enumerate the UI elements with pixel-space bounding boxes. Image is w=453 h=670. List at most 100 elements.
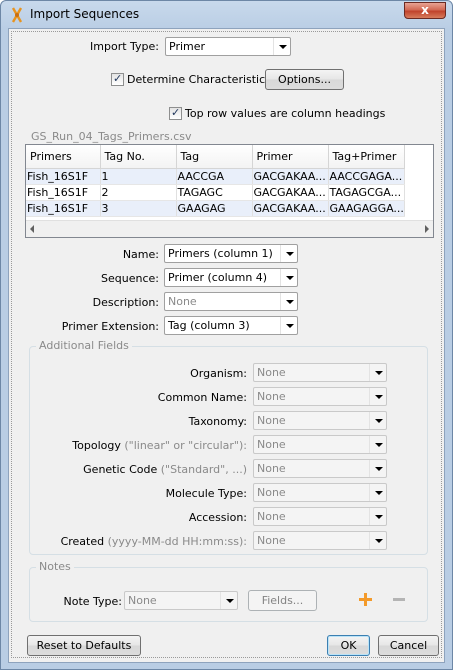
top-row-headings-checkbox[interactable] bbox=[169, 106, 182, 120]
table-cell[interactable]: TAGAGCGA... bbox=[328, 184, 405, 201]
determine-characteristics-checkbox[interactable] bbox=[111, 72, 124, 86]
column-header[interactable]: Primer bbox=[252, 145, 329, 169]
cancel-button[interactable]: Cancel bbox=[378, 635, 439, 656]
created-hint: (yyyy-MM-dd HH:mm:ss): bbox=[107, 535, 247, 548]
accession-value: None bbox=[257, 510, 286, 523]
import-type-label: Import Type: bbox=[90, 40, 159, 53]
column-header[interactable]: Tag No. bbox=[100, 145, 177, 169]
close-button[interactable]: x bbox=[404, 2, 446, 19]
chevron-down-icon[interactable] bbox=[280, 269, 297, 286]
organism-value: None bbox=[257, 366, 286, 379]
chevron-down-icon[interactable] bbox=[369, 484, 386, 501]
chevron-down-icon[interactable] bbox=[369, 364, 386, 381]
table-cell[interactable]: AACCGAGA... bbox=[328, 168, 405, 185]
common-name-value: None bbox=[257, 390, 286, 403]
organism-label: Organism: bbox=[190, 367, 247, 380]
topology-select[interactable]: None bbox=[253, 435, 387, 454]
table-row[interactable]: Fish_16S1F 3 GAAGAG GACGAKAA... GAAGAGGA… bbox=[26, 200, 405, 217]
table-cell[interactable]: TAGAGC bbox=[176, 184, 253, 201]
table-cell[interactable]: Fish_16S1F bbox=[26, 168, 101, 185]
column-header[interactable]: Tag bbox=[176, 145, 253, 169]
taxonomy-select[interactable]: None bbox=[253, 411, 387, 430]
column-header[interactable]: Primers bbox=[26, 145, 101, 169]
import-sequences-window: Import Sequences x Import Type: Primer D… bbox=[0, 0, 453, 670]
primer-extension-value: Tag (column 3) bbox=[168, 319, 250, 332]
table-cell[interactable]: AACCGA bbox=[176, 168, 253, 185]
table-row[interactable]: Fish_16S1F 2 TAGAGC GACGAKAA... TAGAGCGA… bbox=[26, 184, 405, 201]
taxonomy-value: None bbox=[257, 414, 286, 427]
table-cell[interactable]: GACGAKAA... bbox=[252, 184, 329, 201]
chevron-down-icon[interactable] bbox=[280, 245, 297, 262]
description-select[interactable]: None bbox=[164, 292, 298, 311]
created-select[interactable]: None bbox=[253, 531, 387, 550]
sequence-label: Sequence: bbox=[101, 272, 159, 285]
molecule-type-label: Molecule Type: bbox=[165, 487, 247, 500]
preview-table[interactable]: Primers Tag No. Tag Primer Tag+Primer Fi… bbox=[25, 144, 434, 238]
table-cell[interactable]: GACGAKAA... bbox=[252, 200, 329, 217]
topology-label: Topology ("linear" or "circular"): bbox=[34, 439, 247, 452]
description-label: Description: bbox=[92, 296, 159, 309]
topology-hint: ("linear" or "circular"): bbox=[124, 439, 247, 452]
chevron-down-icon[interactable] bbox=[280, 293, 297, 310]
genetic-code-hint: ("Standard", ...) bbox=[160, 463, 247, 476]
dialog-body: Import Type: Primer Determine Characteri… bbox=[8, 28, 445, 663]
created-value: None bbox=[257, 534, 286, 547]
description-value: None bbox=[168, 295, 197, 308]
fields-button[interactable]: Fields... bbox=[248, 590, 317, 611]
table-cell[interactable]: GACGAKAA... bbox=[252, 168, 329, 185]
note-type-select[interactable]: None bbox=[124, 591, 238, 610]
molecule-type-select[interactable]: None bbox=[253, 483, 387, 502]
chevron-down-icon[interactable] bbox=[369, 532, 386, 549]
add-note-icon[interactable] bbox=[359, 593, 372, 606]
column-header[interactable]: Tag+Primer bbox=[328, 145, 405, 169]
table-cell[interactable]: Fish_16S1F bbox=[26, 200, 101, 217]
chevron-down-icon[interactable] bbox=[369, 460, 386, 477]
import-type-value: Primer bbox=[169, 40, 206, 53]
table-cell[interactable]: GAAGAGGA... bbox=[328, 200, 405, 217]
horizontal-scrollbar[interactable] bbox=[26, 220, 433, 237]
genetic-code-label-text: Genetic Code bbox=[83, 463, 158, 476]
ok-button[interactable]: OK bbox=[327, 635, 370, 656]
additional-fields-title: Additional Fields bbox=[36, 339, 132, 352]
table-row[interactable]: Fish_16S1F 1 AACCGA GACGAKAA... AACCGAGA… bbox=[26, 168, 405, 185]
chevron-down-icon[interactable] bbox=[369, 412, 386, 429]
topology-label-text: Topology bbox=[72, 439, 121, 452]
table-cell[interactable]: GAAGAG bbox=[176, 200, 253, 217]
table-cell[interactable]: 2 bbox=[100, 184, 177, 201]
notes-title: Notes bbox=[36, 560, 74, 573]
genetic-code-value: None bbox=[257, 462, 286, 475]
table-cell[interactable]: 1 bbox=[100, 168, 177, 185]
genetic-code-select[interactable]: None bbox=[253, 459, 387, 478]
name-select[interactable]: Primers (column 1) bbox=[164, 244, 298, 263]
chevron-down-icon[interactable] bbox=[369, 388, 386, 405]
accession-label: Accession: bbox=[188, 511, 247, 524]
chevron-down-icon[interactable] bbox=[220, 592, 237, 609]
chevron-down-icon[interactable] bbox=[280, 317, 297, 334]
sequence-select[interactable]: Primer (column 4) bbox=[164, 268, 298, 287]
reset-to-defaults-button[interactable]: Reset to Defaults bbox=[27, 635, 141, 656]
chevron-down-icon[interactable] bbox=[369, 436, 386, 453]
file-name-label: GS_Run_04_Tags_Primers.csv bbox=[31, 130, 192, 143]
notes-group: Notes Note Type: None Fields... bbox=[29, 560, 428, 622]
scroll-left-icon[interactable] bbox=[30, 225, 34, 233]
organism-select[interactable]: None bbox=[253, 363, 387, 382]
note-type-value: None bbox=[128, 594, 157, 607]
chevron-down-icon[interactable] bbox=[369, 508, 386, 525]
chevron-down-icon[interactable] bbox=[273, 38, 290, 55]
import-type-select[interactable]: Primer bbox=[165, 37, 291, 56]
remove-note-icon[interactable] bbox=[393, 598, 405, 601]
options-button[interactable]: Options... bbox=[265, 69, 344, 90]
accession-select[interactable]: None bbox=[253, 507, 387, 526]
common-name-select[interactable]: None bbox=[253, 387, 387, 406]
topology-value: None bbox=[257, 438, 286, 451]
table-cell[interactable]: 3 bbox=[100, 200, 177, 217]
genetic-code-label: Genetic Code ("Standard", ...) bbox=[34, 463, 247, 476]
note-type-label: Note Type: bbox=[63, 595, 122, 608]
table-cell[interactable]: Fish_16S1F bbox=[26, 184, 101, 201]
common-name-label: Common Name: bbox=[157, 391, 247, 404]
top-row-headings-label: Top row values are column headings bbox=[185, 107, 386, 120]
title-bar[interactable]: Import Sequences x bbox=[1, 1, 452, 28]
scroll-right-icon[interactable] bbox=[425, 225, 429, 233]
primer-extension-select[interactable]: Tag (column 3) bbox=[164, 316, 298, 335]
determine-characteristics-label: Determine Characteristics bbox=[127, 73, 271, 86]
